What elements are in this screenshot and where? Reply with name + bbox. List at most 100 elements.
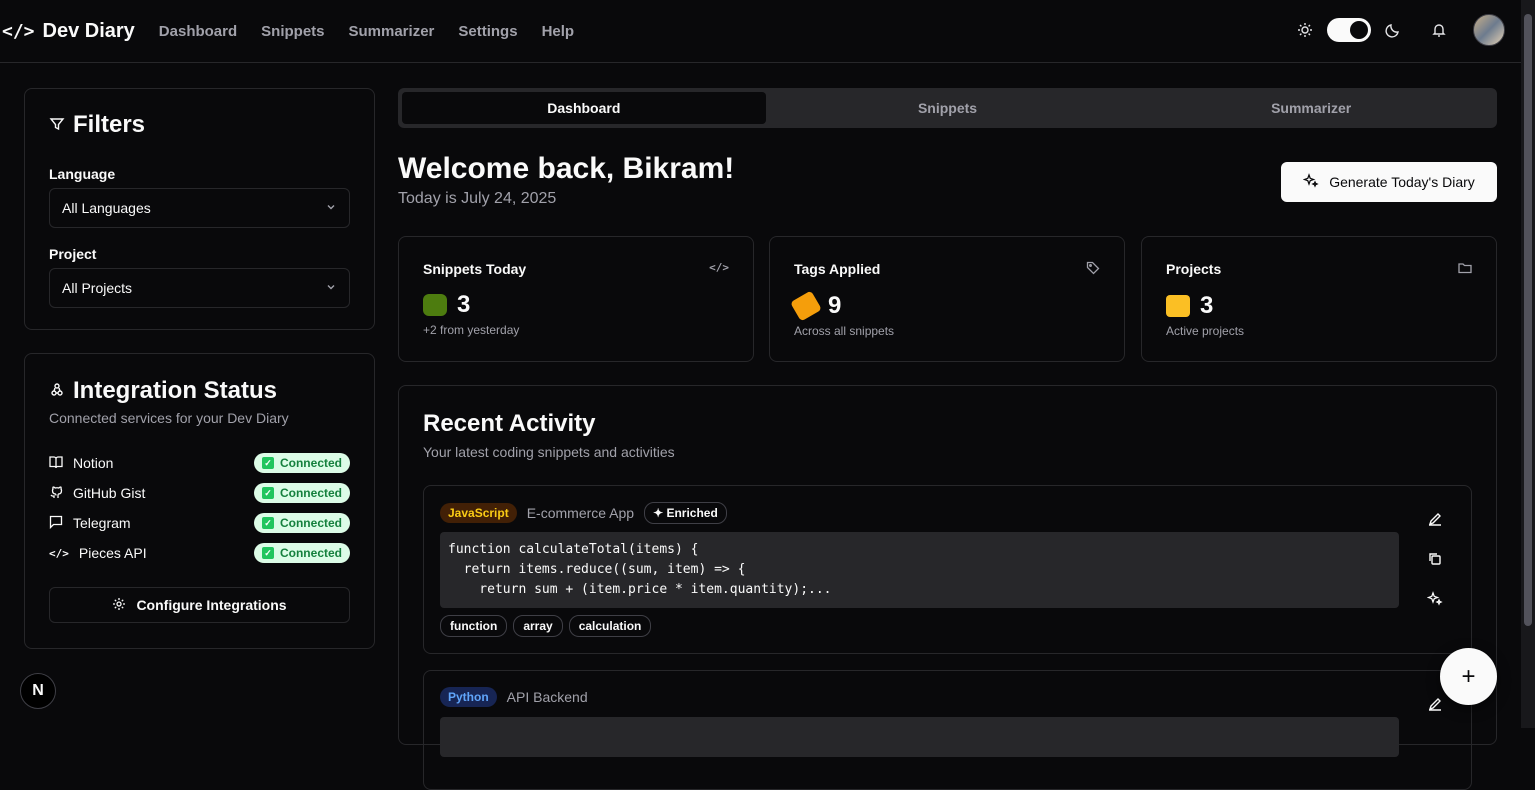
- check-icon: ✓: [261, 547, 274, 559]
- welcome-section: Welcome back, Bikram! Today is July 24, …: [398, 152, 734, 208]
- bell-icon[interactable]: [1429, 20, 1449, 40]
- service-name: Pieces API: [78, 545, 147, 561]
- filters-card: Filters Language All Languages Project A…: [24, 88, 375, 330]
- tag-chip[interactable]: calculation: [568, 615, 652, 637]
- generate-label: Generate Today's Diary: [1329, 174, 1475, 190]
- status-badge: ✓ Connected: [253, 543, 350, 563]
- integration-list: Notion ✓ Connected GitHub Gist ✓ Connected…: [49, 448, 350, 568]
- nav-help[interactable]: Help: [542, 23, 575, 40]
- status-badge: ✓ Connected: [253, 483, 350, 503]
- code-icon: </>: [2, 20, 35, 42]
- app-title: Dev Diary: [42, 19, 135, 42]
- status-text: Connected: [279, 516, 342, 530]
- stat-value: 3: [457, 291, 471, 318]
- service-name: Notion: [73, 455, 114, 471]
- stat-value: 3: [1200, 292, 1214, 319]
- tag-chip[interactable]: array: [513, 615, 563, 637]
- folder-icon: [1458, 261, 1472, 278]
- language-badge: JavaScript: [440, 503, 517, 523]
- code-icon: </>: [49, 546, 69, 560]
- snippet-meta: JavaScript E-commerce App ✦ Enriched: [440, 502, 727, 524]
- code-block: function calculateTotal(items) { return …: [440, 532, 1399, 608]
- language-value: All Languages: [62, 200, 151, 216]
- nextjs-logo[interactable]: N: [20, 673, 56, 709]
- stat-sub: Across all snippets: [794, 324, 895, 338]
- integration-row-telegram: Telegram ✓ Connected: [49, 508, 350, 538]
- enriched-text: Enriched: [666, 506, 718, 520]
- snippet-meta: Python API Backend: [440, 687, 588, 707]
- sun-icon: [1295, 20, 1315, 40]
- main-nav: Dashboard Snippets Summarizer Settings H…: [159, 23, 574, 40]
- folder-emoji-icon: [1166, 295, 1190, 317]
- code-icon: </>: [709, 261, 729, 274]
- enriched-badge: ✦ Enriched: [644, 502, 727, 524]
- stat-value: 9: [828, 292, 842, 319]
- chevron-down-icon: [325, 200, 337, 216]
- welcome-title: Welcome back, Bikram!: [398, 152, 735, 185]
- tag-list: function array calculation: [440, 615, 652, 637]
- gear-icon: [112, 597, 126, 614]
- edit-icon[interactable]: [1425, 694, 1445, 714]
- language-label: Language: [49, 166, 116, 182]
- theme-toggle[interactable]: [1327, 18, 1371, 42]
- sparkles-icon[interactable]: [1425, 589, 1445, 609]
- configure-label: Configure Integrations: [136, 597, 287, 613]
- integration-card: Integration Status Connected services fo…: [24, 353, 375, 649]
- project-name: API Backend: [506, 689, 588, 705]
- add-snippet-button[interactable]: +: [1440, 648, 1497, 705]
- moon-icon: [1383, 20, 1403, 40]
- nav-dashboard[interactable]: Dashboard: [159, 23, 237, 40]
- stat-title: Snippets Today: [423, 261, 527, 277]
- nav-summarizer[interactable]: Summarizer: [349, 23, 435, 40]
- filters-heading: Filters: [49, 111, 145, 139]
- configure-integrations-button[interactable]: Configure Integrations: [49, 587, 350, 623]
- tag-chip[interactable]: function: [440, 615, 508, 637]
- tab-dashboard[interactable]: Dashboard: [402, 92, 766, 124]
- webhook-icon: [49, 377, 65, 405]
- generate-diary-button[interactable]: Generate Today's Diary: [1281, 162, 1497, 202]
- project-name: E-commerce App: [526, 505, 635, 521]
- check-icon: ✓: [261, 487, 274, 499]
- sparkles-icon: [1302, 172, 1319, 192]
- project-select[interactable]: All Projects: [49, 268, 350, 308]
- tab-summarizer[interactable]: Summarizer: [1129, 92, 1493, 124]
- integration-row-github-gist: GitHub Gist ✓ Connected: [49, 478, 350, 508]
- toggle-knob: [1350, 21, 1368, 39]
- integration-row-notion: Notion ✓ Connected: [49, 448, 350, 478]
- integration-subtitle: Connected services for your Dev Diary: [49, 410, 289, 426]
- language-badge: Python: [440, 687, 497, 707]
- label-tag-icon: [790, 290, 822, 322]
- check-icon: ✓: [261, 457, 274, 469]
- nav-settings[interactable]: Settings: [458, 23, 517, 40]
- nav-snippets[interactable]: Snippets: [261, 23, 324, 40]
- integration-title: Integration Status: [73, 377, 278, 404]
- language-select[interactable]: All Languages: [49, 188, 350, 228]
- recent-title: Recent Activity: [423, 410, 596, 437]
- filter-icon: [49, 111, 65, 139]
- today-date: Today is July 24, 2025: [398, 190, 557, 207]
- stat-card-snippets: Snippets Today </> 3 +2 from yesterday: [398, 236, 754, 362]
- integration-heading: Integration Status: [49, 377, 277, 405]
- tab-snippets[interactable]: Snippets: [766, 92, 1130, 124]
- stat-title: Projects: [1166, 261, 1222, 277]
- check-icon: ✓: [261, 517, 274, 529]
- top-right-controls: [1295, 14, 1505, 46]
- tag-icon: [1086, 261, 1100, 278]
- project-label: Project: [49, 246, 97, 262]
- message-icon: [49, 515, 63, 532]
- page-scrollbar[interactable]: [1521, 0, 1535, 728]
- edit-icon[interactable]: [1425, 509, 1445, 529]
- service-name: Telegram: [73, 515, 131, 531]
- brand[interactable]: </> Dev Diary: [2, 20, 135, 43]
- main-tabs: Dashboard Snippets Summarizer: [398, 88, 1497, 128]
- stat-title: Tags Applied: [794, 261, 881, 277]
- copy-icon[interactable]: [1425, 549, 1445, 569]
- github-icon: [49, 485, 63, 502]
- status-badge: ✓ Connected: [253, 453, 350, 473]
- snippet-card: JavaScript E-commerce App ✦ Enriched fun…: [423, 485, 1472, 654]
- user-avatar[interactable]: [1473, 14, 1505, 46]
- scrollbar-thumb[interactable]: [1524, 14, 1532, 626]
- filters-title: Filters: [73, 111, 146, 138]
- status-text: Connected: [279, 456, 342, 470]
- book-icon: [49, 455, 63, 472]
